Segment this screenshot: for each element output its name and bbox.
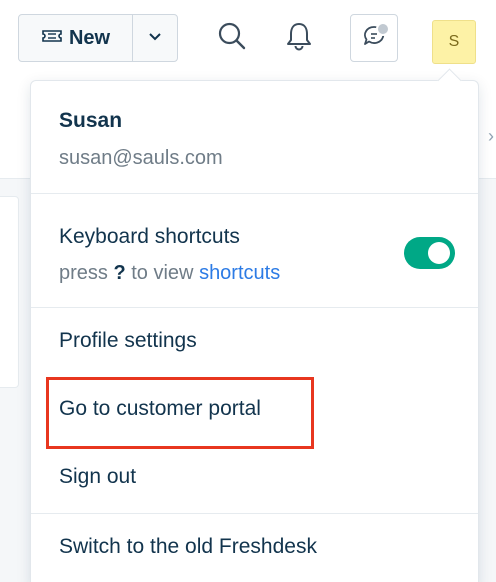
avatar-initial: S <box>448 33 460 50</box>
hint-to-view: to view <box>131 262 194 284</box>
user-email: susan@sauls.com <box>59 147 223 169</box>
menu-item-sign-out[interactable]: Sign out <box>59 465 136 489</box>
menu-divider <box>31 513 478 514</box>
chevron-right-icon: › <box>488 126 494 146</box>
menu-item-profile-settings[interactable]: Profile settings <box>59 329 197 353</box>
hint-press: press <box>59 262 108 284</box>
menu-divider <box>31 193 478 194</box>
bell-icon <box>285 21 313 56</box>
new-dropdown-toggle[interactable] <box>133 15 177 61</box>
new-button-label: New <box>68 26 111 49</box>
profile-dropdown-menu: Susan susan@sauls.com Keyboard shortcuts… <box>30 68 479 582</box>
new-button-group: New <box>18 14 178 62</box>
chevron-down-icon <box>148 29 162 47</box>
avatar[interactable]: S <box>432 20 476 64</box>
toggle-knob <box>428 242 450 264</box>
notifications-button[interactable] <box>275 14 323 62</box>
background-card <box>0 196 19 388</box>
menu-divider <box>31 307 478 308</box>
app-root: New S › Susan susan@sauls.com Keyboard s… <box>0 0 496 582</box>
keyboard-shortcuts-hint: press ? to view shortcuts <box>59 262 280 285</box>
ticket-icon <box>41 27 63 50</box>
keyboard-shortcuts-title: Keyboard shortcuts <box>59 225 240 248</box>
search-button[interactable] <box>208 14 256 62</box>
chat-button[interactable] <box>350 14 398 62</box>
menu-item-switch-old-freshdesk[interactable]: Switch to the old Freshdesk <box>59 535 317 559</box>
top-navigation-bar: New S <box>0 0 496 91</box>
hint-key: ? <box>113 262 126 284</box>
highlight-annotation-box <box>46 377 314 449</box>
keyboard-shortcuts-toggle[interactable] <box>404 237 455 269</box>
new-button[interactable]: New <box>19 15 133 61</box>
user-name: Susan <box>59 109 123 132</box>
chat-status-dot <box>376 22 390 36</box>
shortcuts-link[interactable]: shortcuts <box>199 262 280 284</box>
search-icon <box>217 21 247 56</box>
